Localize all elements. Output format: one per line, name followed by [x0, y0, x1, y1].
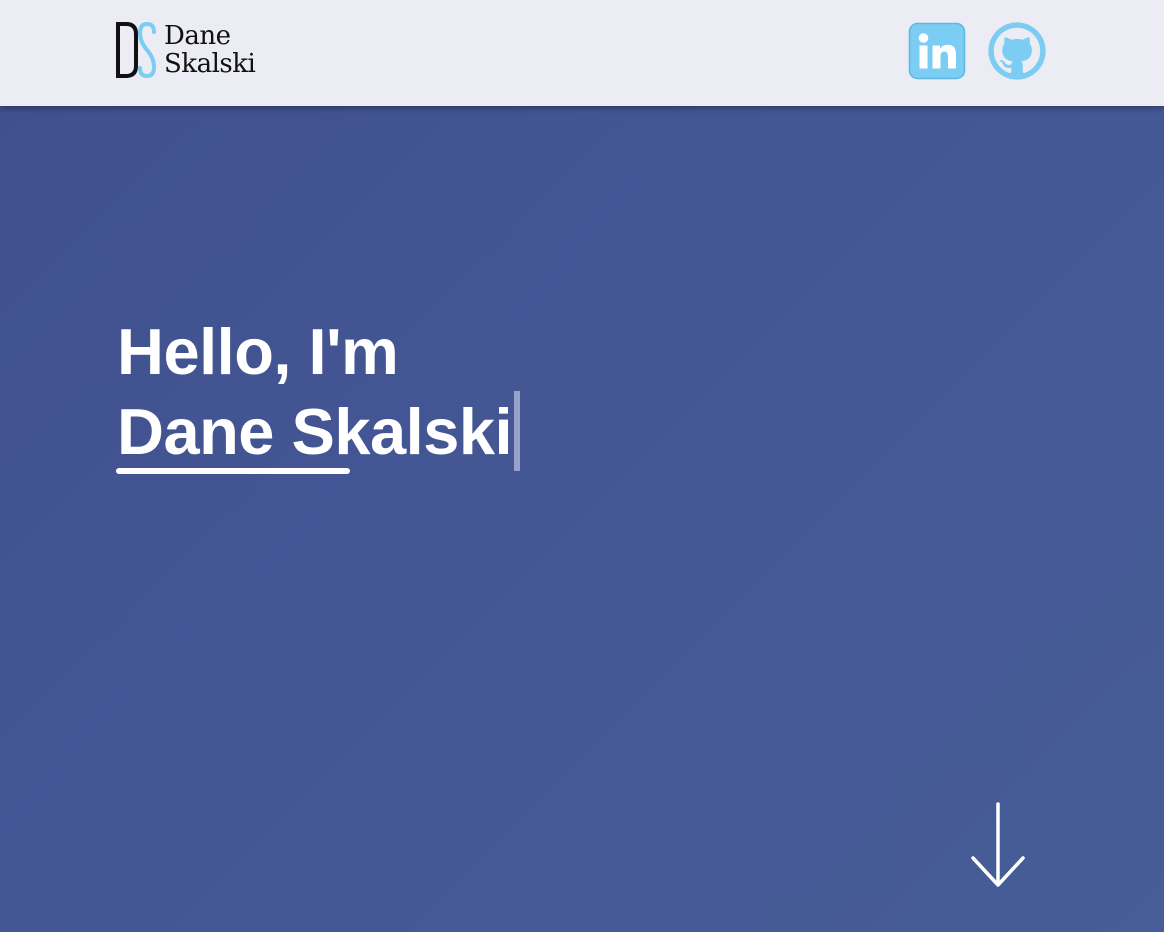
site-logo[interactable]: Dane Skalski: [114, 20, 256, 80]
hero-name: Dane Skalski: [117, 395, 513, 468]
hero-name-line: Dane Skalski: [117, 391, 521, 472]
github-link[interactable]: [988, 22, 1046, 80]
logo-first-name: Dane: [164, 21, 231, 51]
linkedin-icon: [908, 22, 966, 80]
hero-greeting: Hello, I'm: [117, 315, 399, 388]
typing-cursor: [514, 391, 521, 471]
name-underline: [116, 468, 350, 474]
hero-heading: Hello, I'm Dane Skalski: [117, 312, 521, 472]
logo-last-name: Skalski: [164, 49, 256, 79]
logo-text: Dane Skalski: [164, 21, 256, 79]
github-icon: [988, 22, 1046, 80]
arrow-down-icon: [971, 802, 1025, 887]
site-header: Dane Skalski: [0, 0, 1164, 106]
ds-monogram-icon: [116, 21, 157, 79]
linkedin-link[interactable]: [908, 22, 966, 80]
